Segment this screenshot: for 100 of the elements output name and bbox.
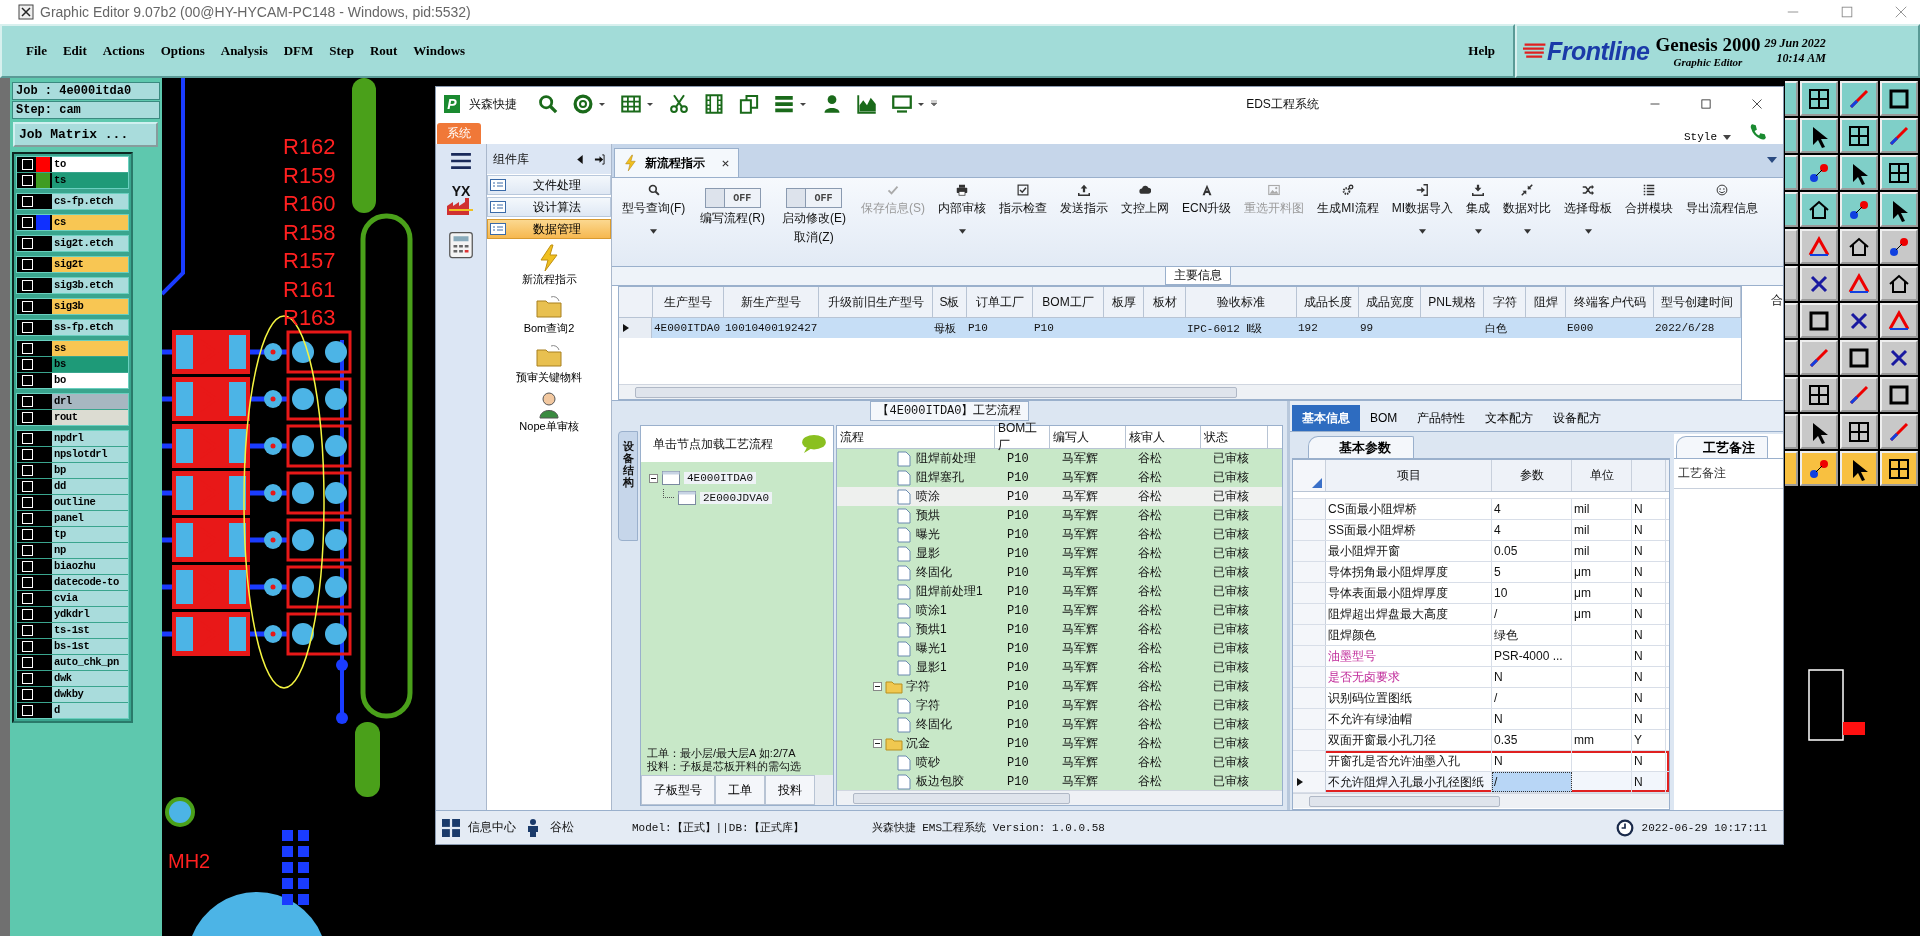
layer-name[interactable]: tp: [52, 527, 128, 542]
nav-item[interactable]: 设计算法: [487, 197, 611, 217]
module-launcher[interactable]: 新流程指示: [521, 244, 577, 287]
nav-item[interactable]: 数据管理: [487, 219, 611, 239]
layer-name[interactable]: bs-1st: [52, 639, 128, 654]
layer-checkbox[interactable]: [22, 689, 33, 700]
table-row[interactable]: 导体拐角最小阻焊厚度 5 μm N: [1293, 562, 1669, 583]
column-header[interactable]: 项目: [1326, 460, 1492, 491]
module-launcher[interactable]: 预审关键物料: [516, 342, 582, 385]
table-row[interactable]: 喷砂 P10 马军辉 谷松 已审核: [837, 753, 1282, 772]
layer-name[interactable]: ts: [52, 173, 128, 188]
table-row[interactable]: 4E000ITDA0 10010400192427 母板 P10 P10 IPC-6012 Ⅱ级 192 99 白色 E000 2022/6/28: [619, 318, 1741, 338]
scrollbar[interactable]: [1293, 793, 1669, 808]
table-row[interactable]: 最小阻焊开窗 0.05 mil N: [1293, 541, 1669, 562]
left-arrow-icon[interactable]: [575, 153, 586, 165]
layer-checkbox[interactable]: [22, 159, 33, 170]
status-text[interactable]: 信息中心: [468, 819, 516, 836]
tool-button[interactable]: [1800, 303, 1838, 338]
column-header[interactable]: S板: [933, 287, 967, 317]
monitor-icon[interactable]: [892, 94, 912, 114]
layer-checkbox[interactable]: [22, 280, 33, 291]
panel-tab[interactable]: 工单: [715, 775, 765, 805]
column-header[interactable]: 生产型号: [653, 287, 724, 317]
scrollbar[interactable]: [619, 384, 1741, 399]
layer-checkbox[interactable]: [22, 465, 33, 476]
table-row[interactable]: 阻焊前处理 P10 马军辉 谷松 已审核: [837, 449, 1282, 468]
menu-item[interactable]: Rout: [361, 43, 406, 59]
style-dropdown[interactable]: Style: [1678, 130, 1737, 144]
layer-checkbox[interactable]: [22, 497, 33, 508]
column-header[interactable]: 板材: [1144, 287, 1186, 317]
layer-name[interactable]: rout: [52, 410, 128, 425]
tab[interactable]: 产品特性: [1407, 405, 1476, 431]
layer-name[interactable]: npslotdrl: [52, 447, 128, 462]
column-header[interactable]: 合: [1771, 286, 1783, 400]
menu-item[interactable]: Analysis: [212, 43, 276, 59]
table-row[interactable]: 曝光 P10 马军辉 谷松 已审核: [837, 525, 1282, 544]
column-header[interactable]: 型号创建时间: [1654, 287, 1741, 317]
table-row[interactable]: 喷涂1 P10 马军辉 谷松 已审核: [837, 601, 1282, 620]
layer-checkbox[interactable]: [22, 359, 33, 370]
tool-button[interactable]: [1800, 81, 1838, 116]
tool-button[interactable]: [1840, 451, 1878, 486]
maximize-icon[interactable]: [1700, 98, 1712, 110]
layer-name[interactable]: to: [52, 157, 128, 172]
menu-item[interactable]: Step: [321, 43, 362, 59]
table-row[interactable]: 喷涂 P10 马军辉 谷松 已审核: [837, 487, 1282, 506]
table-row[interactable]: 双面开窗最小孔刀径 0.35 mm Y: [1293, 730, 1669, 751]
layer-name[interactable]: sig3b.etch: [52, 278, 128, 293]
column-header[interactable]: 编写人: [1050, 426, 1126, 448]
exit-icon[interactable]: [594, 153, 605, 165]
film-icon[interactable]: [704, 94, 724, 114]
table-row[interactable]: 油墨型号 PSR-4000 ... N: [1293, 646, 1669, 667]
panel-tab[interactable]: 投料: [765, 775, 815, 805]
layer-checkbox[interactable]: [22, 625, 33, 636]
tree-node[interactable]: 2E000JDVA0: [700, 492, 772, 504]
layer-checkbox[interactable]: [22, 657, 33, 668]
scissors-icon[interactable]: [669, 94, 689, 114]
toolbar-button[interactable]: 生成MI流程: [1311, 180, 1385, 217]
layer-name[interactable]: ss-fp.etch: [52, 320, 128, 335]
table-row[interactable]: 阻焊前处理1 P10 马军辉 谷松 已审核: [837, 582, 1282, 601]
column-header[interactable]: 参数: [1492, 460, 1572, 491]
layer-name[interactable]: sig2t: [52, 257, 128, 272]
job-matrix-button[interactable]: Job Matrix ...: [13, 122, 158, 147]
table-row[interactable]: 终固化 P10 马军辉 谷松 已审核: [837, 715, 1282, 734]
tab[interactable]: 基本信息: [1292, 405, 1360, 431]
layer-checkbox[interactable]: [22, 673, 33, 684]
tool-button[interactable]: [1800, 377, 1838, 412]
toolbar-button[interactable]: MI数据导入: [1385, 180, 1460, 234]
layer-checkbox[interactable]: [22, 593, 33, 604]
layer-checkbox[interactable]: [22, 259, 33, 270]
layer-checkbox[interactable]: [22, 175, 33, 186]
table-row[interactable]: 阻焊超出焊盘最大高度 / μm N: [1293, 604, 1669, 625]
tool-button[interactable]: [1880, 340, 1918, 375]
column-header[interactable]: 流程: [837, 426, 995, 448]
table-row[interactable]: 显影 P10 马军辉 谷松 已审核: [837, 544, 1282, 563]
table-row[interactable]: 不允许有绿油帽 N N: [1293, 709, 1669, 730]
table-row[interactable]: 是否无卤要求 N N: [1293, 667, 1669, 688]
layer-name[interactable]: drl: [52, 394, 128, 409]
close-icon[interactable]: [1751, 98, 1763, 110]
person-icon[interactable]: [822, 94, 842, 114]
toolbar-button[interactable]: 合拼模块: [1619, 180, 1680, 217]
tool-button[interactable]: [1880, 192, 1918, 227]
toolbar-button[interactable]: ECN升级: [1176, 180, 1238, 217]
toolbar-button[interactable]: 指示检查: [993, 180, 1053, 217]
table-row[interactable]: 终固化 P10 马军辉 谷松 已审核: [837, 563, 1282, 582]
caret-icon[interactable]: [1474, 229, 1482, 234]
copy-icon[interactable]: [739, 94, 759, 114]
tool-button[interactable]: [1840, 414, 1878, 449]
caret-icon[interactable]: [799, 100, 807, 108]
scrollbar[interactable]: [837, 790, 1282, 805]
table-row[interactable]: 字符 P10 马军辉 谷松 已审核: [837, 677, 1282, 696]
layer-checkbox[interactable]: [22, 513, 33, 524]
collapse-toggle[interactable]: [873, 739, 882, 748]
tool-button[interactable]: [1840, 192, 1878, 227]
tool-button[interactable]: [1840, 340, 1878, 375]
tool-button[interactable]: [1840, 266, 1878, 301]
table-row[interactable]: CS面最小阻焊桥 4 mil N: [1293, 499, 1669, 520]
column-header[interactable]: 单位: [1572, 460, 1632, 491]
side-tab[interactable]: 设备结构: [618, 431, 638, 541]
caret-icon[interactable]: [1584, 229, 1592, 234]
column-header[interactable]: 订单工厂: [967, 287, 1033, 317]
